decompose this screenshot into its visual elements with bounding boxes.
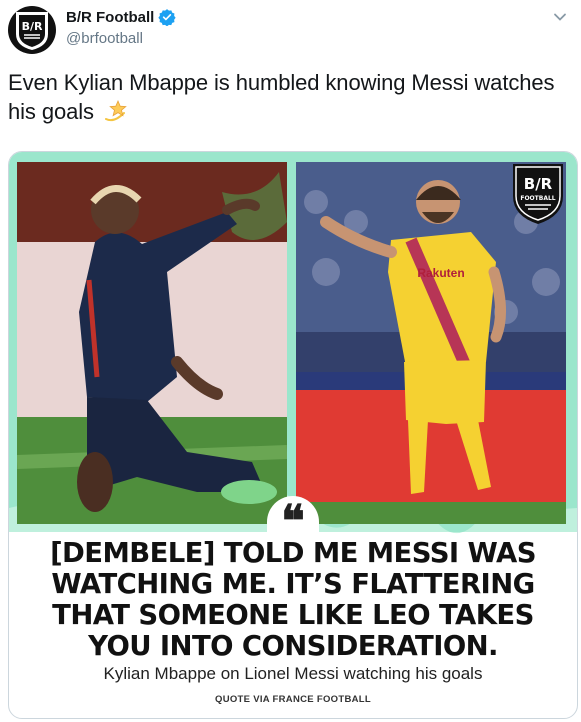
jersey-sponsor: Rakuten: [417, 266, 464, 280]
quote-attribution: Kylian Mbappe on Lionel Messi watching h…: [103, 664, 483, 683]
headline-line-4: YOU INTO CONSIDERATION.: [88, 630, 498, 662]
avatar-text: B/R: [22, 20, 43, 33]
quote-headline: [DEMBELE] TOLD ME MESSI WAS WATCHING ME.…: [9, 538, 577, 662]
chevron-down-icon[interactable]: [553, 10, 567, 24]
verified-badge-icon: [158, 9, 176, 26]
tweet-body: Even Kylian Mbappe is humbled knowing Me…: [8, 70, 555, 124]
dizzy-star-emoji-icon: [104, 99, 130, 130]
headline-line-1: [DEMBELE] TOLD ME MESSI WAS: [50, 537, 536, 569]
tweet-text: Even Kylian Mbappe is humbled knowing Me…: [8, 68, 576, 130]
account-handle[interactable]: @brfootball: [66, 30, 143, 47]
mbappe-image: [17, 162, 287, 524]
br-shield-icon: B/R: [16, 12, 48, 50]
headline-line-2: WATCHING ME. IT’S FLATTERING: [51, 568, 535, 600]
profile-avatar[interactable]: B/R: [8, 6, 56, 54]
quote-credit: QUOTE VIA FRANCE FOOTBALL: [215, 694, 371, 705]
display-name[interactable]: B/R Football: [66, 9, 154, 26]
tweet-header: B/R B/R Football @brfootball: [0, 0, 581, 64]
media-card[interactable]: Rakuten B/R FOOTBALL ❝ [DEMBELE] TOLD ME…: [8, 151, 578, 719]
display-name-row[interactable]: B/R Football: [66, 8, 176, 26]
headline-line-3: THAT SOMEONE LIKE LEO TAKES: [52, 599, 534, 631]
mbappe-photo[interactable]: [17, 162, 287, 524]
badge-line2: FOOTBALL: [520, 195, 555, 202]
quote-mark-icon: ❝: [267, 496, 319, 544]
badge-line1: B/R: [524, 175, 553, 193]
br-football-badge-icon: B/R FOOTBALL: [513, 164, 563, 224]
